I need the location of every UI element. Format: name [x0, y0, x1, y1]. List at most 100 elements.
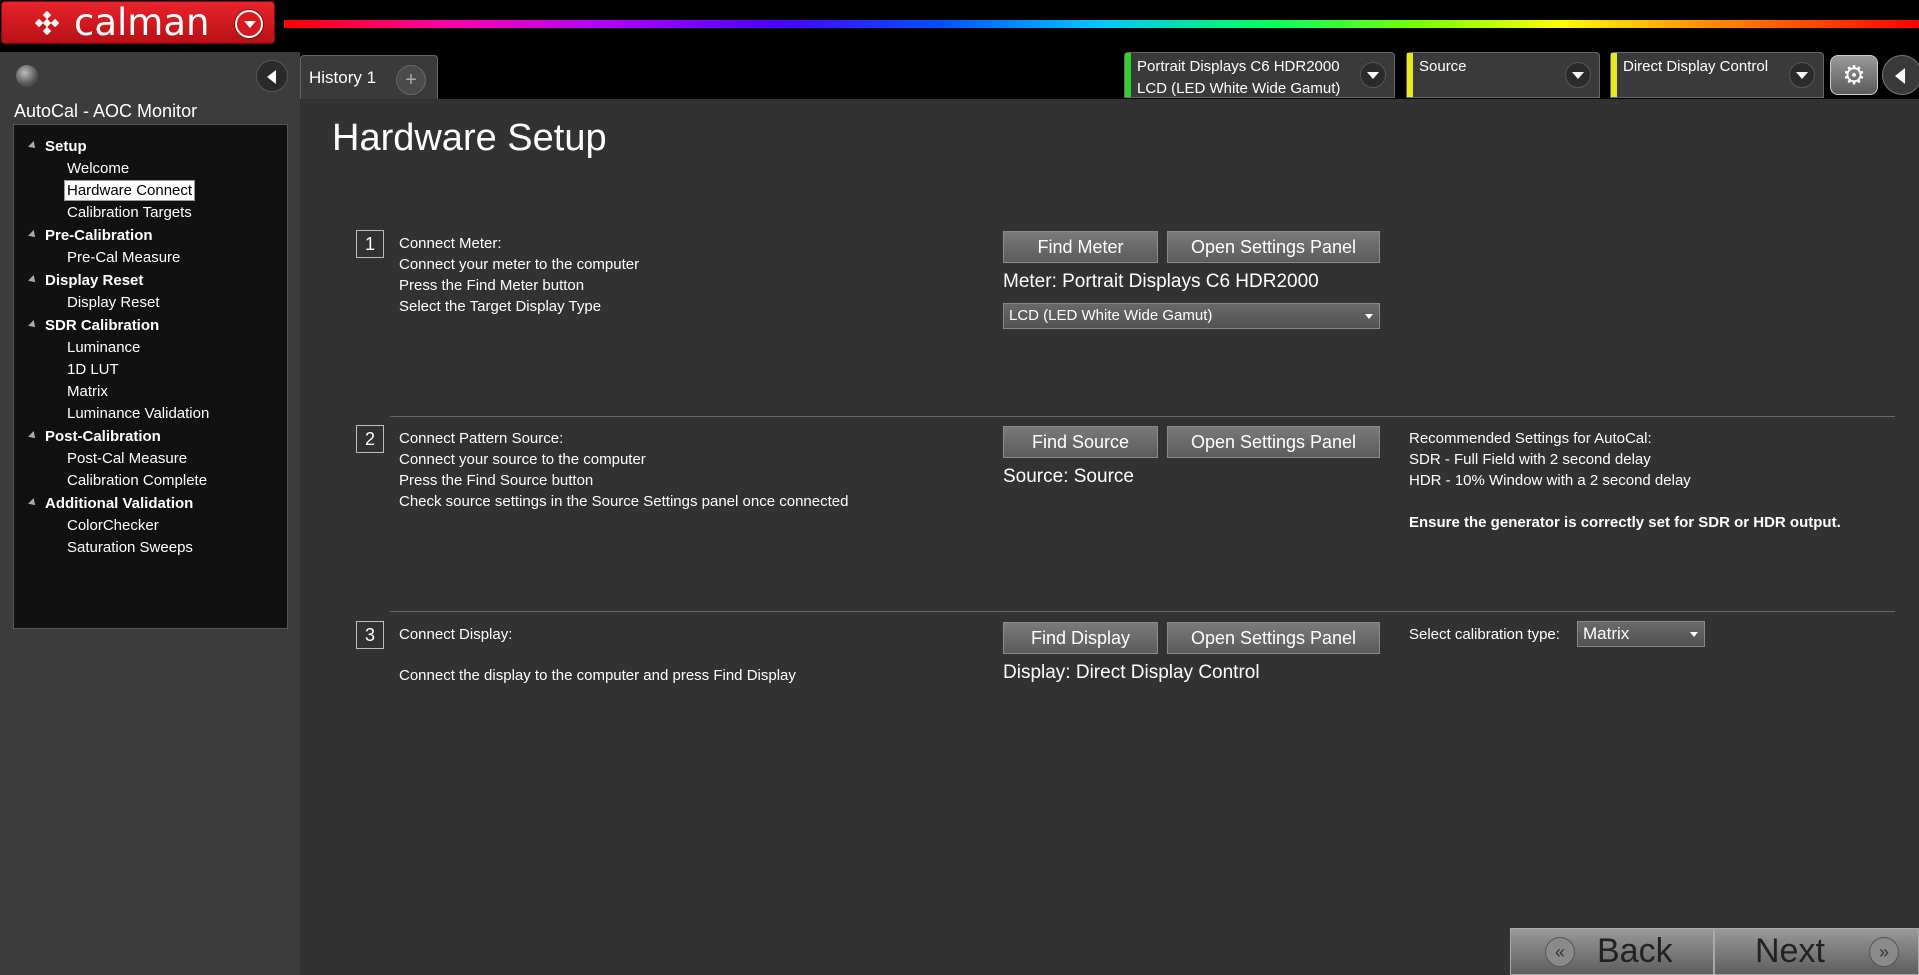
tree-section-label: Additional Validation: [45, 495, 194, 512]
next-button[interactable]: Next »: [1714, 928, 1919, 975]
meter-settings-button[interactable]: Open Settings Panel: [1167, 231, 1380, 263]
status-knob-icon[interactable]: [16, 65, 38, 87]
find-meter-button[interactable]: Find Meter: [1003, 231, 1158, 263]
workflow-tree: Setup Welcome Hardware Connect Calibration …: [13, 124, 288, 629]
tree-group: Post-Calibration Post-Cal Measure Calibrat…: [14, 425, 287, 492]
meter-device-text: Portrait Displays C6 HDR2000 LCD (LED Wh…: [1137, 58, 1341, 97]
collapse-left-icon[interactable]: [256, 60, 288, 92]
tree-item-label: Luminance: [67, 339, 141, 356]
source-device-selector[interactable]: Source: [1406, 52, 1600, 98]
tree-item-label: Display Reset: [67, 294, 160, 311]
display-device-selector[interactable]: Direct Display Control: [1610, 52, 1824, 98]
expand-triangle-icon[interactable]: [28, 431, 38, 441]
expand-triangle-icon[interactable]: [28, 320, 38, 330]
tree-item-welcome[interactable]: Welcome: [14, 158, 287, 180]
step-1-instructions: Connect Meter: Connect your meter to the…: [399, 235, 640, 315]
tree-group: Setup Welcome Hardware Connect Calibration …: [14, 135, 287, 224]
expand-triangle-icon[interactable]: [28, 275, 38, 285]
calibration-type-select[interactable]: Matrix: [1577, 621, 1705, 647]
chevron-down-icon[interactable]: [1789, 62, 1815, 88]
tree-section-label: Post-Calibration: [45, 428, 161, 445]
calman-logo-text: calman: [74, 1, 210, 44]
chevron-down-icon[interactable]: [1565, 62, 1591, 88]
tree-group: Pre-Calibration Pre-Cal Measure: [14, 224, 287, 269]
tree-item-label: Calibration Targets: [67, 204, 192, 221]
collapse-right-icon[interactable]: [1882, 55, 1919, 95]
source-status: Source: Source: [1003, 466, 1134, 487]
gear-icon[interactable]: ⚙: [1830, 55, 1878, 95]
tree-section-post-calibration[interactable]: Post-Calibration: [14, 425, 287, 448]
tree-item-calibration-targets[interactable]: Calibration Targets: [14, 202, 287, 224]
step-3-instructions: Connect Display: Connect the display to …: [399, 626, 796, 684]
top-bar: calman: [0, 0, 1919, 52]
double-chevron-right-icon: »: [1869, 937, 1899, 967]
tab-history-1[interactable]: History 1 +: [300, 55, 438, 99]
meter-device-selector[interactable]: Portrait Displays C6 HDR2000 LCD (LED Wh…: [1124, 52, 1395, 98]
main-content: Hardware Setup 1 Connect Meter: Connect …: [300, 99, 1919, 975]
display-settings-button[interactable]: Open Settings Panel: [1167, 622, 1380, 654]
tree-item-label: Pre-Cal Measure: [67, 249, 181, 266]
tree-item-calibration-complete[interactable]: Calibration Complete: [14, 470, 287, 492]
tree-item-luminance-validation[interactable]: Luminance Validation: [14, 403, 287, 425]
tree-item-label: Luminance Validation: [67, 405, 210, 422]
tree-item-display-reset[interactable]: Display Reset: [14, 292, 287, 314]
tree-section-additional-validation[interactable]: Additional Validation: [14, 492, 287, 515]
tree-item-hardware-connect[interactable]: Hardware Connect: [14, 180, 287, 202]
tree-item-colorchecker[interactable]: ColorChecker: [14, 515, 287, 537]
step-1-number: 1: [356, 230, 384, 258]
tree-group: SDR Calibration Luminance 1D LUT Matrix Lumi…: [14, 314, 287, 425]
chevron-down-icon[interactable]: [235, 10, 263, 38]
tree-item-luminance[interactable]: Luminance: [14, 337, 287, 359]
find-display-button[interactable]: Find Display: [1003, 622, 1158, 654]
tree-section-label: SDR Calibration: [45, 317, 160, 334]
add-tab-button[interactable]: +: [396, 65, 426, 95]
tree-section-pre-calibration[interactable]: Pre-Calibration: [14, 224, 287, 247]
rainbow-bar: [284, 20, 1919, 28]
find-source-button[interactable]: Find Source: [1003, 426, 1158, 458]
tree-item-label: Calibration Complete: [67, 472, 208, 489]
divider: [390, 416, 1895, 417]
source-device-text: Source: [1419, 58, 1467, 75]
chevron-down-icon: [1690, 632, 1698, 637]
chevron-down-icon[interactable]: [1360, 62, 1386, 88]
next-label: Next: [1755, 932, 1825, 970]
expand-triangle-icon[interactable]: [28, 498, 38, 508]
source-settings-button[interactable]: Open Settings Panel: [1167, 426, 1380, 458]
tree-section-label: Pre-Calibration: [45, 227, 153, 244]
calman-menu-button[interactable]: calman: [1, 1, 275, 44]
tree-item-label: Saturation Sweeps: [67, 539, 193, 556]
step-3-number: 3: [356, 621, 384, 649]
tree-section-sdr-calibration[interactable]: SDR Calibration: [14, 314, 287, 337]
tree-section-setup[interactable]: Setup: [14, 135, 287, 158]
meter-status-stripe: [1125, 53, 1131, 97]
tree-group: Additional Validation ColorChecker Saturat…: [14, 492, 287, 559]
tree-section-display-reset[interactable]: Display Reset: [14, 269, 287, 292]
display-status-stripe: [1611, 53, 1617, 97]
expand-triangle-icon[interactable]: [28, 230, 38, 240]
tree-item-pre-cal-measure[interactable]: Pre-Cal Measure: [14, 247, 287, 269]
tree-item-matrix[interactable]: Matrix: [14, 381, 287, 403]
back-label: Back: [1597, 932, 1673, 970]
display-type-select[interactable]: LCD (LED White Wide Gamut): [1003, 303, 1380, 329]
back-button[interactable]: « Back: [1510, 928, 1714, 975]
double-chevron-left-icon: «: [1545, 937, 1575, 967]
tree-item-label: 1D LUT: [67, 361, 119, 378]
workflow-title: AutoCal - AOC Monitor: [14, 101, 198, 121]
meter-status: Meter: Portrait Displays C6 HDR2000: [1003, 271, 1319, 292]
tree-item-label: Post-Cal Measure: [67, 450, 188, 467]
display-device-text: Direct Display Control: [1623, 58, 1769, 75]
display-status: Display: Direct Display Control: [1003, 662, 1260, 683]
tree-item-label: Hardware Connect: [63, 180, 196, 201]
tree-item-label: Matrix: [67, 383, 108, 400]
chevron-down-icon: [1365, 314, 1373, 319]
tree-section-label: Display Reset: [45, 272, 144, 289]
tree-section-label: Setup: [45, 138, 87, 155]
source-status-stripe: [1407, 53, 1413, 97]
tab-label: History 1: [309, 68, 377, 87]
tree-item-post-cal-measure[interactable]: Post-Cal Measure: [14, 448, 287, 470]
workflow-panel: AutoCal - AOC Monitor Setup Welcome Hardwa…: [0, 52, 300, 975]
expand-triangle-icon[interactable]: [28, 141, 38, 151]
tree-item-1d-lut[interactable]: 1D LUT: [14, 359, 287, 381]
tree-item-saturation-sweeps[interactable]: Saturation Sweeps: [14, 537, 287, 559]
page-title: Hardware Setup: [332, 117, 607, 159]
